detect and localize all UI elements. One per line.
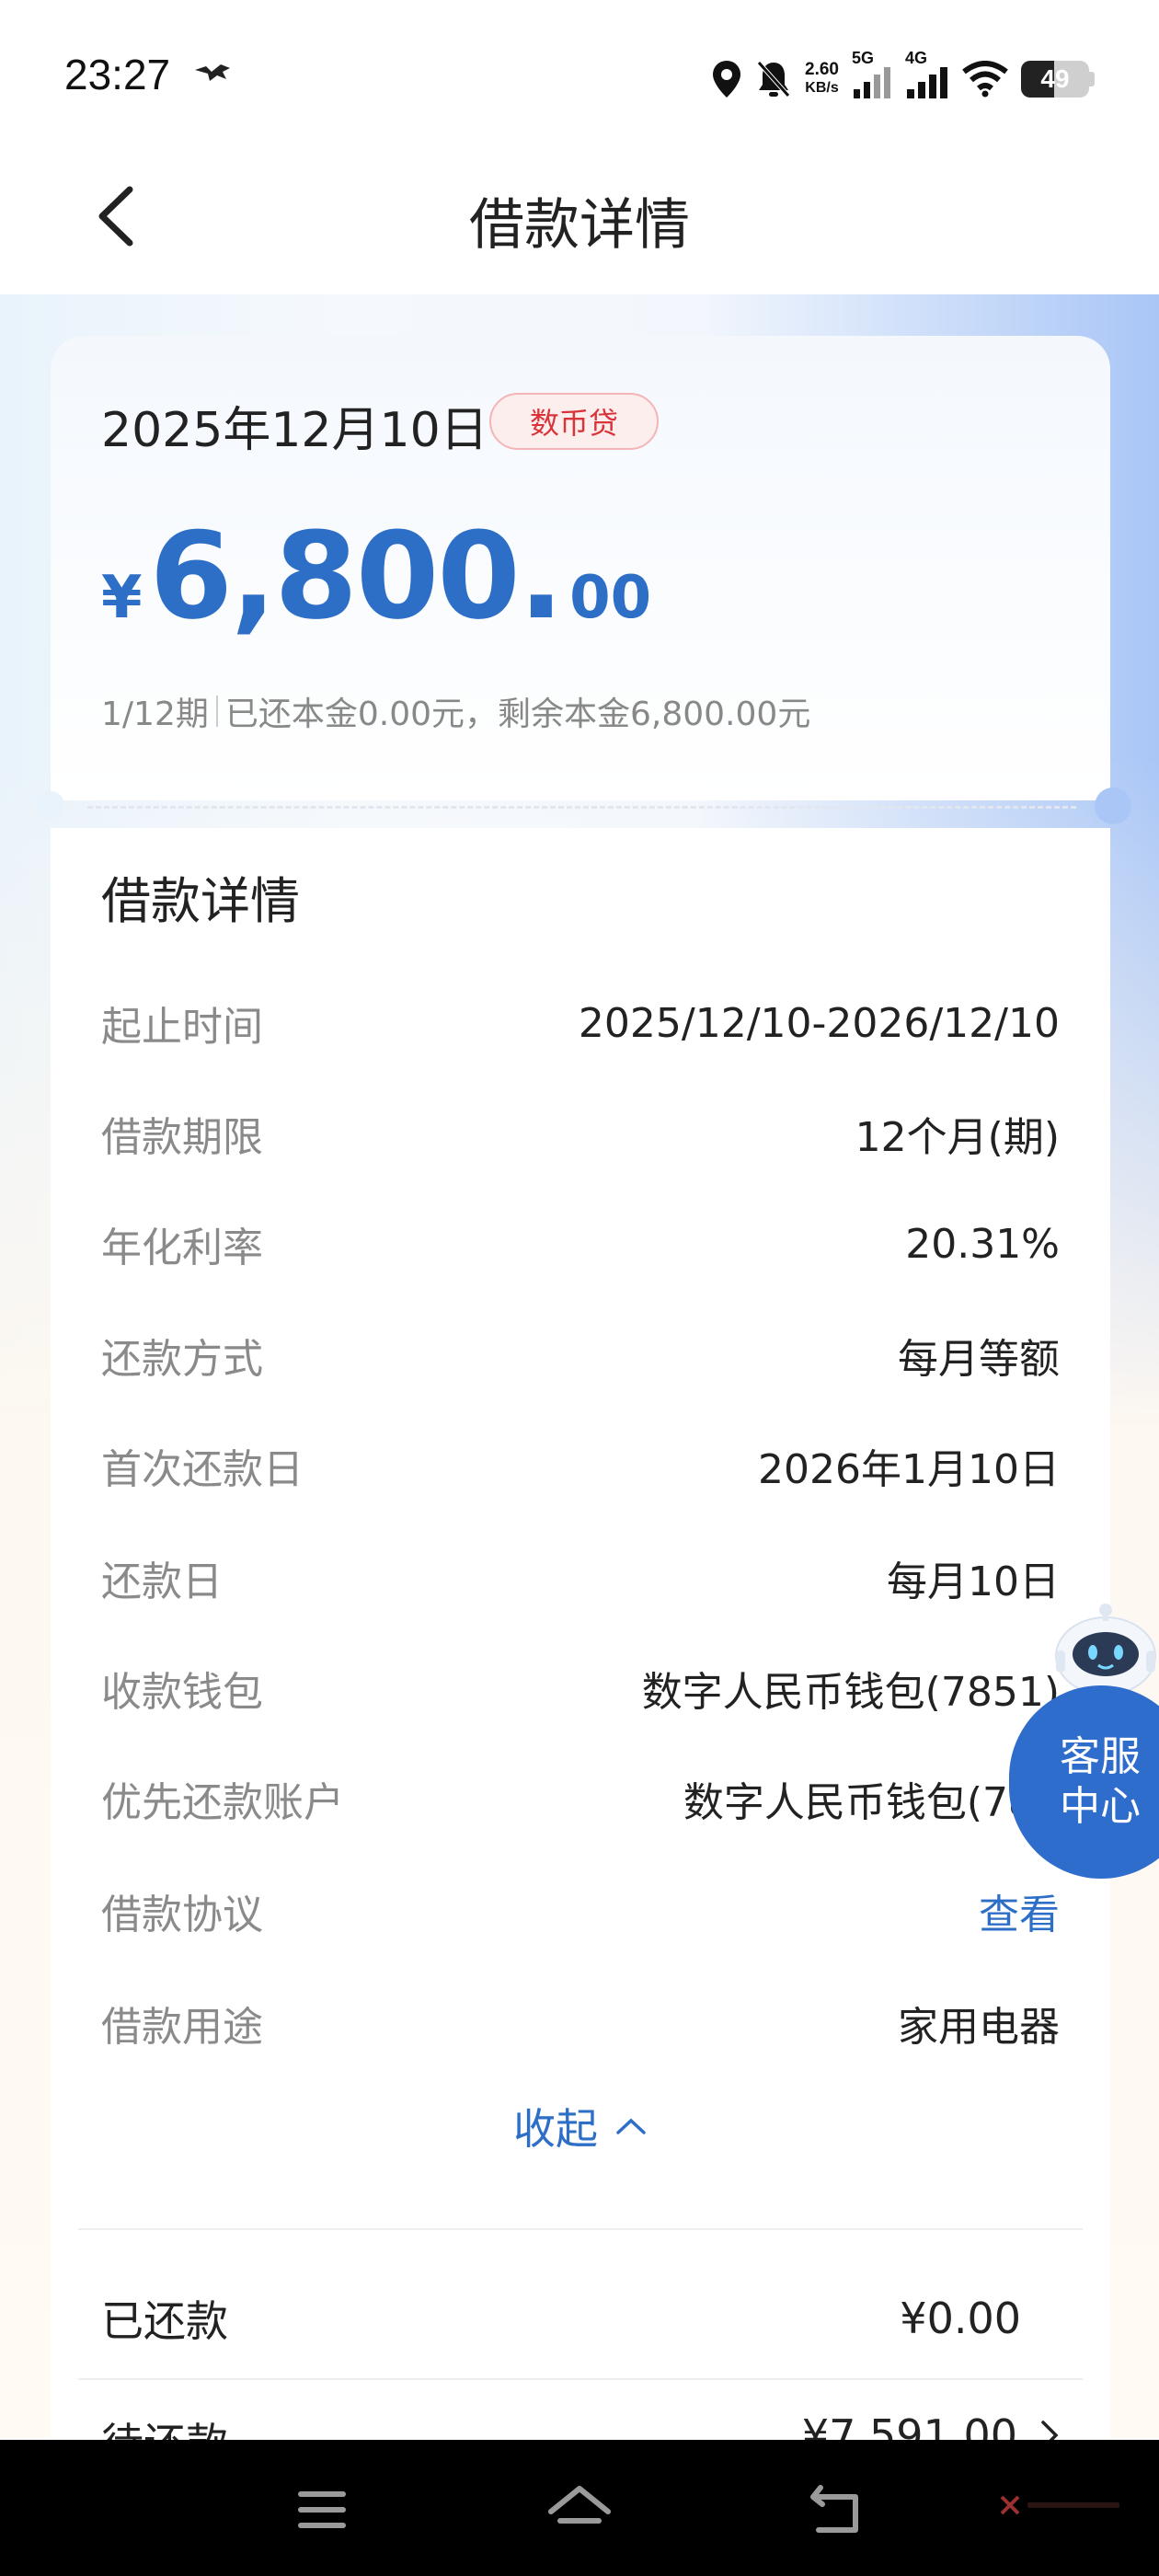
net-speed-value: 2.60 bbox=[805, 60, 839, 79]
back-nav-button[interactable] bbox=[800, 2473, 874, 2547]
page-title: 借款详情 bbox=[469, 193, 690, 258]
detail-row-repay-account: 优先还款账户 数字人民币钱包(785 bbox=[101, 1762, 1060, 1835]
signal-4g-icon: 4G bbox=[905, 49, 949, 102]
detail-row-term: 借款期限 12个月(期) bbox=[101, 1097, 1060, 1170]
section-divider bbox=[78, 2228, 1083, 2230]
chevron-up-icon bbox=[616, 2118, 646, 2134]
row-label: 优先还款账户 bbox=[101, 1779, 344, 1826]
watermark-icon bbox=[1000, 2495, 1020, 2515]
amount-currency: ¥ bbox=[101, 564, 143, 632]
row-label: 借款用途 bbox=[101, 2004, 263, 2051]
detail-row-period: 起止时间 2025/12/10-2026/12/10 bbox=[101, 986, 1060, 1060]
detail-row-rate: 年化利率 20.31% bbox=[101, 1207, 1060, 1281]
detail-row-repay-day: 还款日 每月10日 bbox=[101, 1541, 1060, 1615]
battery-value: 49 bbox=[1040, 64, 1070, 93]
period-text: 1/12期 bbox=[101, 696, 209, 733]
amount-decimal: 00 bbox=[569, 564, 652, 632]
row-value: 每月等额 bbox=[898, 1336, 1060, 1383]
loan-summary-card: 2025年12月10日 数币贷 ¥ 6,800. 00 1/12期 已还本金0.… bbox=[51, 336, 1110, 800]
menu-button[interactable] bbox=[285, 2473, 359, 2547]
dashed-divider bbox=[87, 806, 1076, 809]
row-value: 2025/12/10-2026/12/10 bbox=[578, 999, 1060, 1047]
system-nav-bar bbox=[0, 2440, 1159, 2576]
watermark-logo bbox=[998, 2493, 1119, 2517]
service-line-1: 客服 bbox=[1060, 1733, 1141, 1780]
row-value: 数字人民币钱包(785 bbox=[683, 1779, 1060, 1826]
row-value: 12个月(期) bbox=[855, 1114, 1060, 1161]
detail-row-method: 还款方式 每月等额 bbox=[101, 1318, 1060, 1392]
net-speed: 2.60 KB/s bbox=[805, 61, 839, 98]
bird-icon bbox=[193, 61, 234, 86]
signal-5g-icon: 5G bbox=[852, 49, 892, 102]
detail-row-agreement: 借款协议 查看 bbox=[101, 1874, 1060, 1948]
battery-icon: 49 bbox=[1021, 61, 1095, 98]
menu-icon bbox=[298, 2491, 346, 2528]
row-label: 借款协议 bbox=[101, 1892, 263, 1938]
section-title: 借款详情 bbox=[101, 872, 300, 930]
divider bbox=[215, 696, 218, 727]
amount-integer: 6,800. bbox=[149, 506, 565, 646]
row-label: 首次还款日 bbox=[101, 1446, 304, 1493]
loan-type-tag: 数币贷 bbox=[489, 393, 660, 450]
repayment-progress: 1/12期 已还本金0.00元，剩余本金6,800.00元 bbox=[101, 687, 810, 735]
detail-row-first-date: 首次还款日 2026年1月10日 bbox=[101, 1429, 1060, 1502]
status-time: 23:27 bbox=[64, 51, 171, 98]
net-speed-unit: KB/s bbox=[805, 80, 839, 96]
row-label: 起止时间 bbox=[101, 1004, 263, 1051]
detail-row-purpose: 借款用途 家用电器 bbox=[101, 1986, 1060, 2060]
repaid-row: 已还款 ¥0.00 bbox=[101, 2272, 1021, 2364]
network-label-4g: 4G bbox=[905, 49, 928, 67]
card-notch-left bbox=[37, 791, 64, 819]
card-notch-right bbox=[1095, 788, 1131, 824]
view-agreement-link[interactable]: 查看 bbox=[979, 1881, 1060, 1940]
network-label-5g: 5G bbox=[852, 49, 875, 67]
loan-amount: ¥ 6,800. 00 bbox=[101, 506, 651, 646]
repaid-label: 已还款 bbox=[101, 2296, 228, 2346]
row-value: 数字人民币钱包(7851) bbox=[641, 1669, 1060, 1716]
row-label: 借款期限 bbox=[101, 1114, 263, 1161]
row-label: 还款日 bbox=[101, 1558, 223, 1605]
back-arrow-icon bbox=[810, 2485, 858, 2533]
home-icon bbox=[548, 2486, 611, 2524]
section-divider bbox=[78, 2378, 1083, 2380]
row-label: 还款方式 bbox=[101, 1336, 263, 1383]
location-icon bbox=[711, 59, 742, 99]
row-value: 2026年1月10日 bbox=[758, 1446, 1060, 1493]
repaid-value: ¥0.00 bbox=[900, 2294, 1021, 2343]
row-value: 家用电器 bbox=[898, 2004, 1060, 2051]
status-icons: 2.60 KB/s 5G 4G 49 bbox=[711, 49, 1095, 107]
collapse-label: 收起 bbox=[513, 2104, 598, 2154]
row-label: 收款钱包 bbox=[101, 1669, 263, 1716]
status-bar: 23:27 2.60 KB/s 5G 4G 49 bbox=[0, 0, 1159, 156]
wifi-icon bbox=[962, 61, 1008, 98]
principal-info: 已还本金0.00元，剩余本金6,800.00元 bbox=[224, 696, 811, 733]
loan-detail-card: 借款详情 起止时间 2025/12/10-2026/12/10 借款期限 12个… bbox=[51, 828, 1110, 2468]
home-button[interactable] bbox=[543, 2473, 616, 2547]
row-label: 年化利率 bbox=[101, 1225, 263, 1271]
detail-row-receive-wallet: 收款钱包 数字人民币钱包(7851) bbox=[101, 1651, 1060, 1725]
collapse-button[interactable]: 收起 bbox=[51, 2096, 1110, 2156]
loan-date: 2025年12月10日 bbox=[101, 403, 488, 458]
service-line-2: 中心 bbox=[1060, 1783, 1141, 1830]
row-value: 每月10日 bbox=[887, 1558, 1060, 1605]
bell-muted-icon bbox=[755, 59, 792, 99]
row-value: 20.31% bbox=[905, 1220, 1060, 1268]
